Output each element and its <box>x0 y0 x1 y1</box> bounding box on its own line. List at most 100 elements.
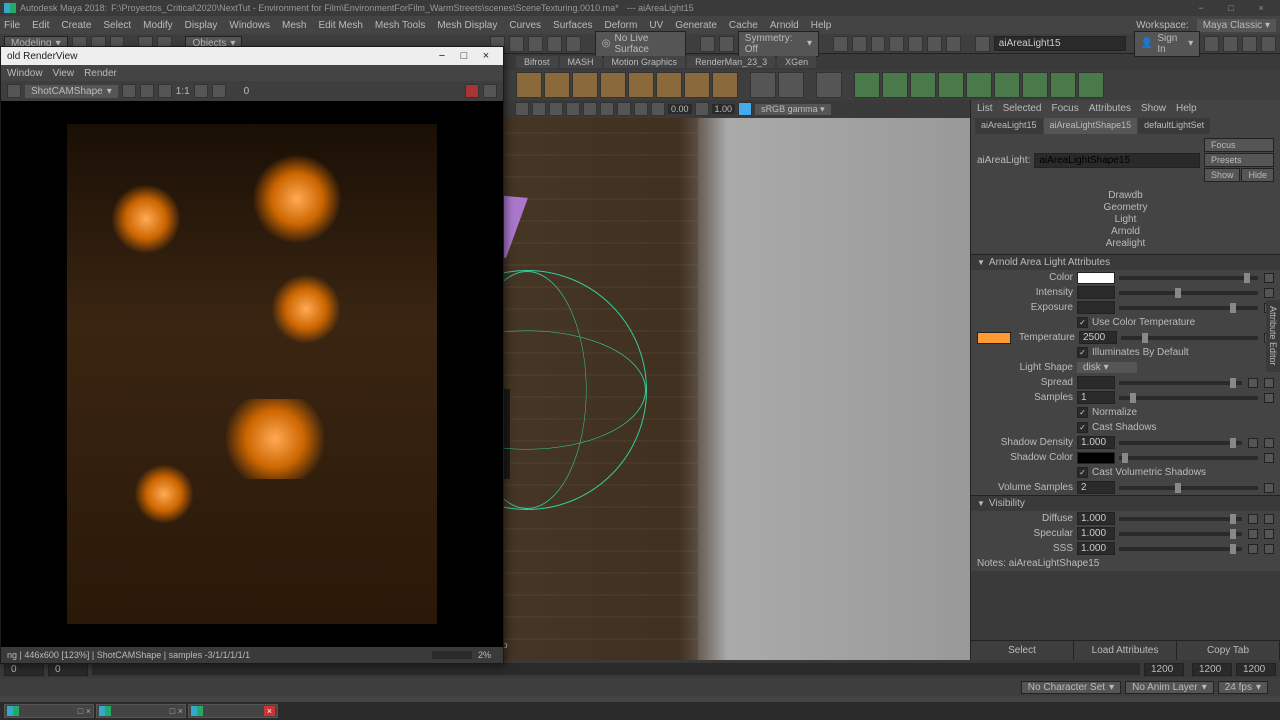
load-attributes-button[interactable]: Load Attributes <box>1074 641 1177 660</box>
shadow-color-slider[interactable] <box>1119 456 1258 460</box>
shelf-button[interactable] <box>572 72 598 98</box>
snap-live-icon[interactable] <box>566 36 581 52</box>
map-button[interactable] <box>1264 393 1274 403</box>
render-view-titlebar[interactable]: old RenderView − □ × <box>1 47 503 65</box>
shelf-tab-renderman[interactable]: RenderMan_23_3 <box>687 56 775 68</box>
attr-menu-focus[interactable]: Focus <box>1051 103 1078 114</box>
map-button[interactable] <box>1248 438 1258 448</box>
shelf-button[interactable] <box>882 72 908 98</box>
play-icon[interactable] <box>927 36 942 52</box>
shadow-density-field[interactable] <box>1077 436 1115 449</box>
cast-shadows-checkbox[interactable]: ✓ <box>1077 422 1088 433</box>
time-end-field[interactable]: 1200 <box>1144 663 1184 676</box>
shelf-button[interactable] <box>1078 72 1104 98</box>
shelf-button[interactable] <box>516 72 542 98</box>
illum-default-checkbox[interactable]: ✓ <box>1077 347 1088 358</box>
window-maximize-button[interactable]: □ <box>1216 3 1246 13</box>
specular-slider[interactable] <box>1119 532 1242 536</box>
samples-slider[interactable] <box>1119 396 1258 400</box>
menu-mesh-display[interactable]: Mesh Display <box>437 20 497 31</box>
attr-tab-shape[interactable]: aiAreaLightShape15 <box>1044 118 1138 134</box>
time-track[interactable] <box>92 663 1140 675</box>
snap-plane-icon[interactable] <box>547 36 562 52</box>
shelf-button[interactable] <box>628 72 654 98</box>
rv-menu-view[interactable]: View <box>53 68 75 79</box>
map-button[interactable] <box>1264 288 1274 298</box>
shelf-button[interactable] <box>544 72 570 98</box>
sss-field[interactable] <box>1077 542 1115 555</box>
fps-dropdown[interactable]: 24 fps ▾ <box>1218 681 1268 694</box>
rv-render-icon[interactable] <box>122 84 136 98</box>
color-slider[interactable] <box>1119 276 1258 280</box>
hide-button[interactable]: Hide <box>1241 168 1274 182</box>
rv-camera-icon[interactable] <box>7 84 21 98</box>
menu-select[interactable]: Select <box>103 20 131 31</box>
shelf-button[interactable] <box>910 72 936 98</box>
map-button[interactable] <box>1264 514 1274 524</box>
map-button[interactable] <box>1248 529 1258 539</box>
copy-tab-button[interactable]: Copy Tab <box>1177 641 1280 660</box>
attr-menu-selected[interactable]: Selected <box>1003 103 1042 114</box>
shelf-button[interactable] <box>600 72 626 98</box>
shelf-tab-mash[interactable]: MASH <box>560 56 602 68</box>
rv-settings-icon[interactable] <box>483 84 497 98</box>
focus-button[interactable]: Focus <box>1204 138 1274 152</box>
menu-mesh[interactable]: Mesh <box>282 20 306 31</box>
vp-color-mgmt-icon[interactable] <box>738 102 752 116</box>
section-visibility[interactable]: ▼Visibility <box>971 496 1280 511</box>
shadow-color-swatch[interactable] <box>1077 452 1115 464</box>
spread-field[interactable] <box>1077 376 1115 389</box>
menu-create[interactable]: Create <box>61 20 91 31</box>
use-color-temp-checkbox[interactable]: ✓ <box>1077 317 1088 328</box>
ipr-icon[interactable] <box>871 36 886 52</box>
shelf-button[interactable] <box>854 72 880 98</box>
color-swatch[interactable] <box>1077 272 1115 284</box>
rv-menu-render[interactable]: Render <box>84 68 117 79</box>
rv-camera-dropdown[interactable]: ShotCAMShape ▾ <box>25 85 118 98</box>
character-set-dropdown[interactable]: No Character Set ▾ <box>1021 681 1121 694</box>
rv-save-icon[interactable] <box>212 84 226 98</box>
live-surface-dropdown[interactable]: ◎ No Live Surface <box>595 31 687 57</box>
shelf-button[interactable] <box>938 72 964 98</box>
temperature-slider[interactable] <box>1121 336 1258 340</box>
map-button[interactable] <box>1264 273 1274 283</box>
rv-menu-window[interactable]: Window <box>7 68 43 79</box>
spread-slider[interactable] <box>1119 381 1242 385</box>
vp-lock-icon[interactable] <box>695 102 709 116</box>
time-cur-field[interactable]: 0 <box>48 663 88 676</box>
rv-minimize-button[interactable]: − <box>431 50 453 62</box>
vp-xray-icon[interactable] <box>600 102 614 116</box>
shelf-button[interactable] <box>778 72 804 98</box>
shelf-tab-bifrost[interactable]: Bifrost <box>516 56 558 68</box>
map-button[interactable] <box>1264 483 1274 493</box>
map-button[interactable] <box>1248 544 1258 554</box>
map-button[interactable] <box>1264 529 1274 539</box>
diffuse-slider[interactable] <box>1119 517 1242 521</box>
vp-light-icon[interactable] <box>651 102 665 116</box>
map-button[interactable] <box>1248 514 1258 524</box>
window-minimize-button[interactable]: − <box>1186 3 1216 13</box>
map-button[interactable] <box>1264 453 1274 463</box>
modeling-toolkit-icon[interactable] <box>1223 36 1238 52</box>
notes-area[interactable] <box>971 571 1280 640</box>
time-end2-field[interactable]: 1200 <box>1192 663 1232 676</box>
anim-layer-dropdown[interactable]: No Anim Layer ▾ <box>1125 681 1214 694</box>
marketplace-icon[interactable] <box>1204 36 1219 52</box>
shadow-density-slider[interactable] <box>1119 441 1242 445</box>
menu-uv[interactable]: UV <box>649 20 663 31</box>
shelf-tab-motiongraphics[interactable]: Motion Graphics <box>604 56 686 68</box>
intensity-field[interactable] <box>1077 286 1115 299</box>
rv-close-button[interactable]: × <box>475 50 497 62</box>
presets-button[interactable]: Presets <box>1204 153 1274 167</box>
normalize-checkbox[interactable]: ✓ <box>1077 407 1088 418</box>
rv-snapshot-icon[interactable] <box>194 84 208 98</box>
map-button[interactable] <box>1264 544 1274 554</box>
rv-refresh-icon[interactable] <box>158 84 172 98</box>
outliner-icon[interactable] <box>1242 36 1257 52</box>
taskbar-item[interactable]: □ × <box>4 704 94 718</box>
attr-menu-attributes[interactable]: Attributes <box>1089 103 1131 114</box>
menu-windows[interactable]: Windows <box>229 20 270 31</box>
menu-edit-mesh[interactable]: Edit Mesh <box>318 20 362 31</box>
exposure-slider[interactable] <box>1119 306 1258 310</box>
shelf-button[interactable] <box>750 72 776 98</box>
